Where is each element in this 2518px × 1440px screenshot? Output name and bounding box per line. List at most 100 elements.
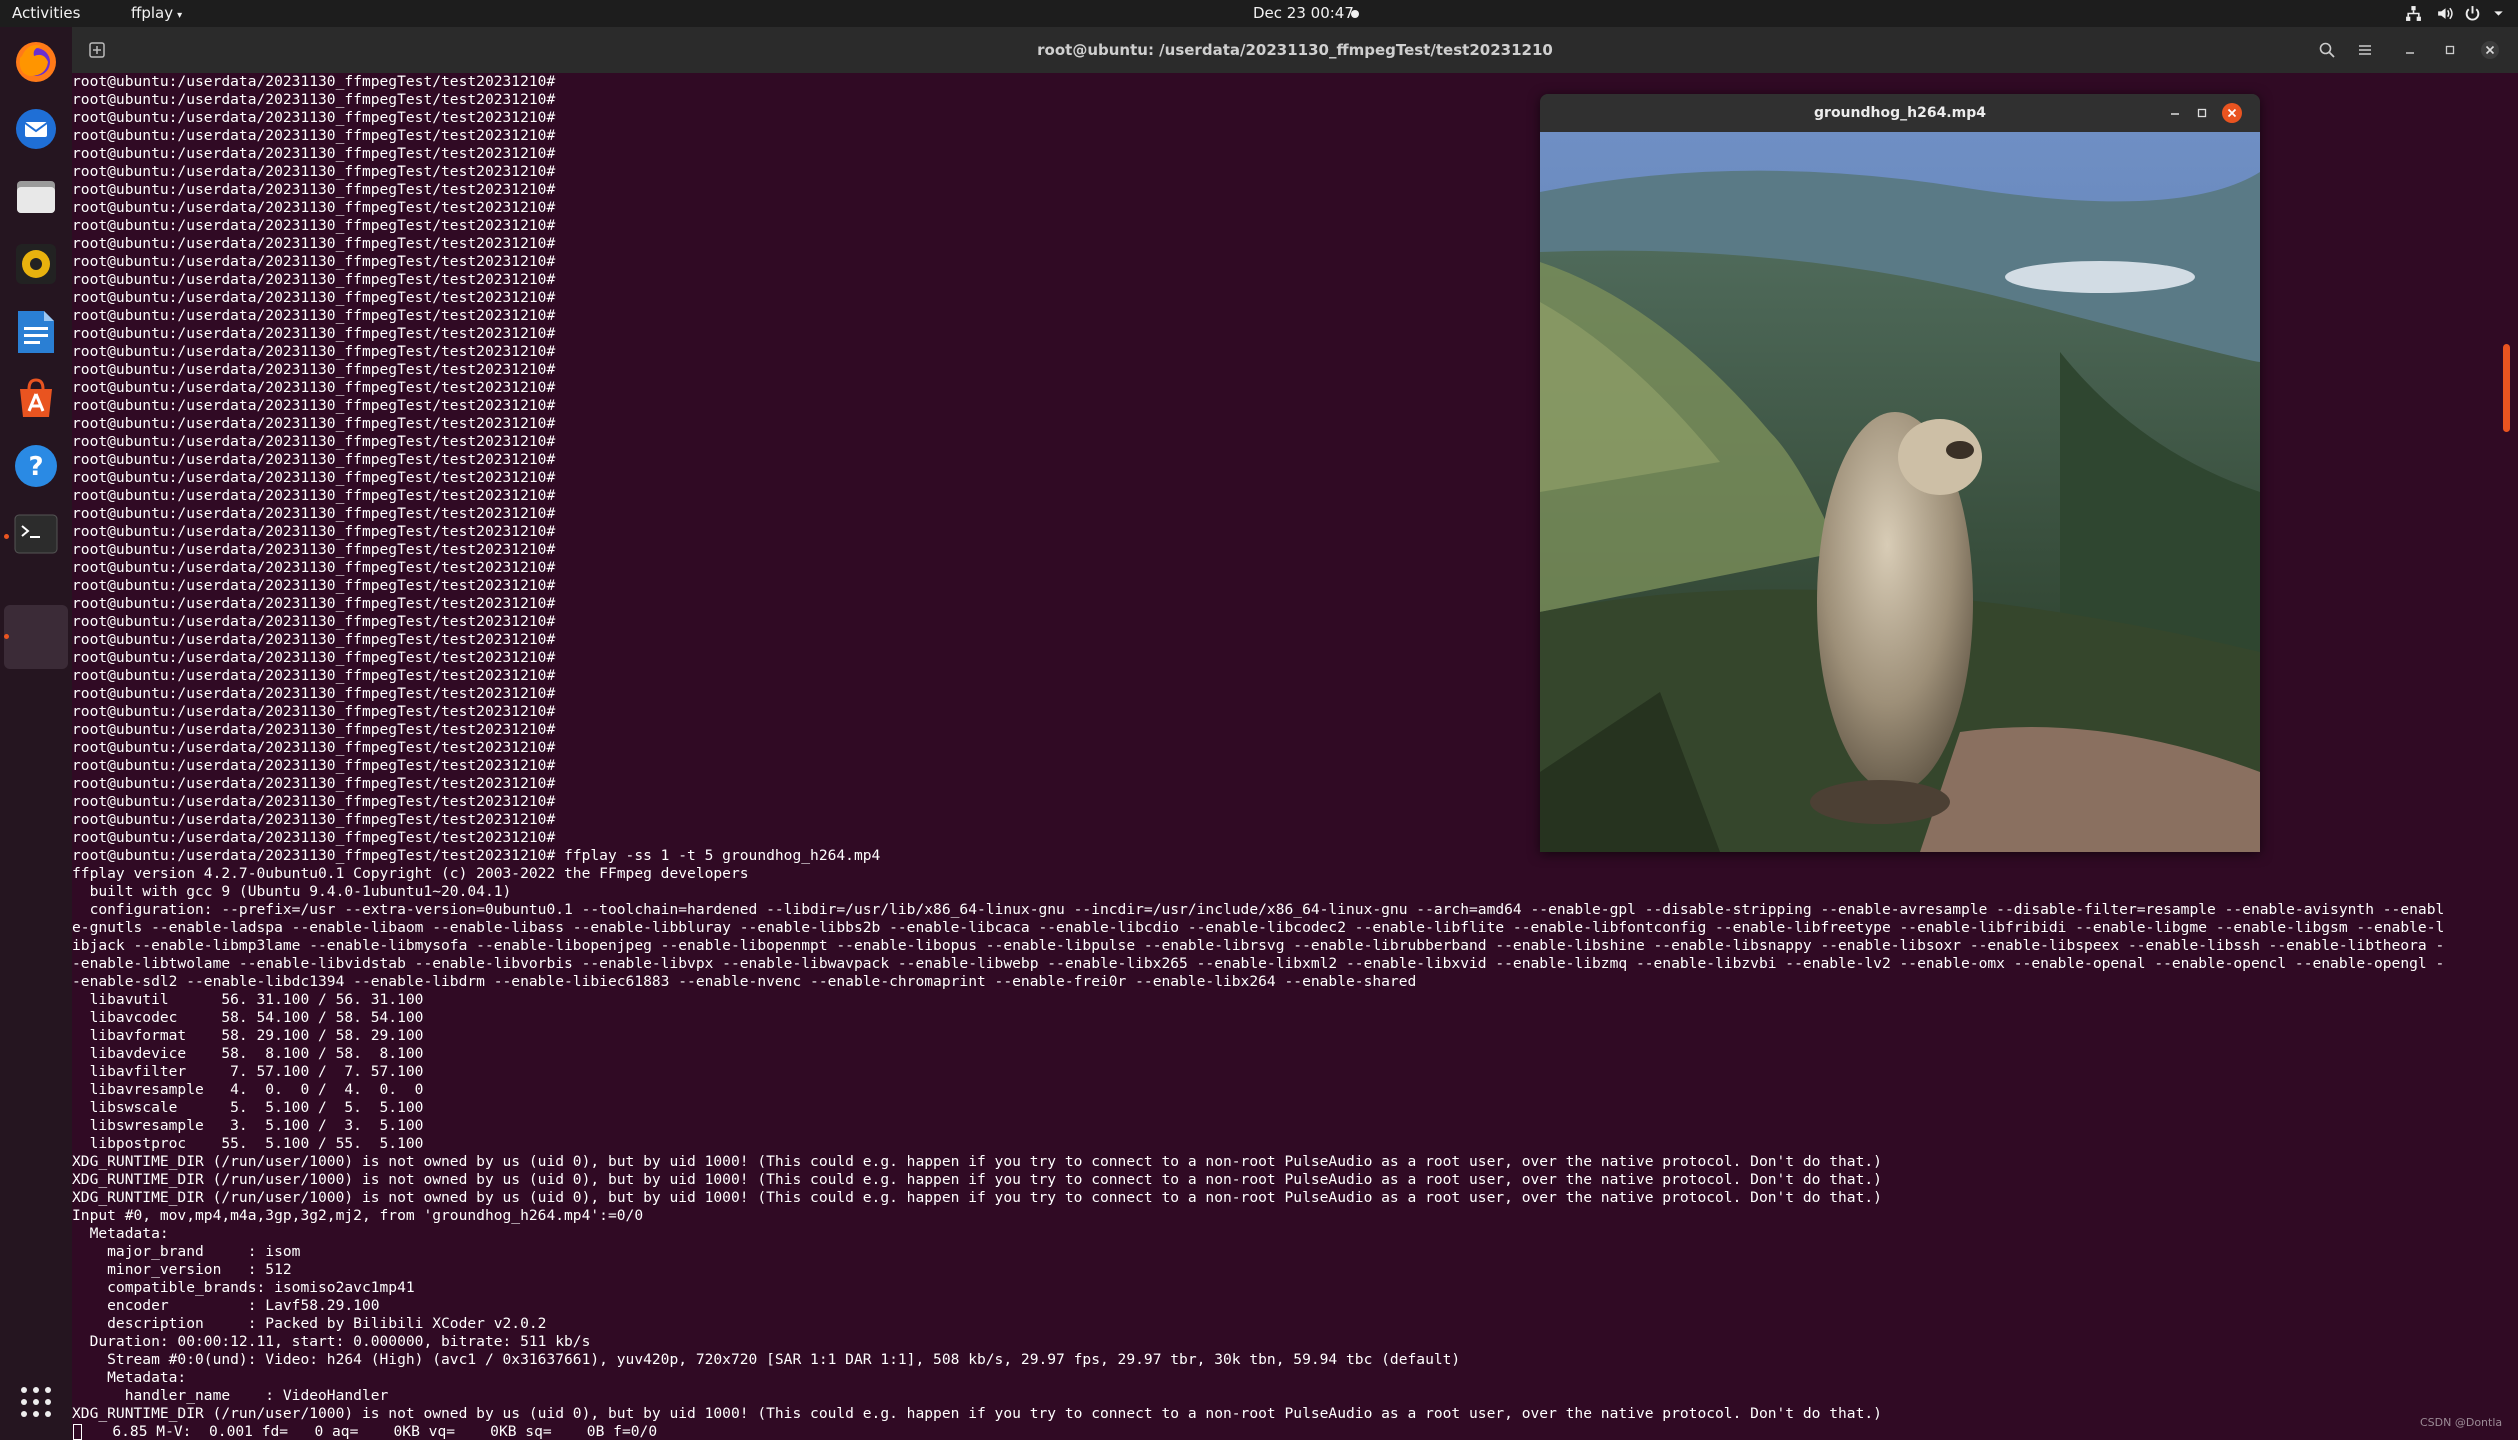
terminal-line: 6.85 M-V: 0.001 fd= 0 aq= 0KB vq= 0KB sq… [86,1423,658,1440]
terminal-line: root@ubuntu:/userdata/20231130_ffmpegTes… [72,649,556,666]
terminal-line: root@ubuntu:/userdata/20231130_ffmpegTes… [72,703,556,720]
terminal-line: compatible_brands: isomiso2avc1mp41 [72,1279,415,1296]
terminal-line: root@ubuntu:/userdata/20231130_ffmpegTes… [72,415,556,432]
minimize-button[interactable] [2396,35,2424,65]
terminal-header-bar: root@ubuntu: /userdata/20231130_ffmpegTe… [72,27,2518,74]
terminal-line: root@ubuntu:/userdata/20231130_ffmpegTes… [72,505,556,522]
terminal-title: root@ubuntu: /userdata/20231130_ffmpegTe… [1037,41,1553,59]
terminal-line: libpostproc 55. 5.100 / 55. 5.100 [72,1135,424,1152]
notification-dot-icon [1351,10,1359,18]
running-indicator [4,634,9,639]
terminal-line: libavfilter 7. 57.100 / 7. 57.100 [72,1063,424,1080]
terminal-line: Duration: 00:00:12.11, start: 0.000000, … [72,1333,591,1350]
terminal-line: encoder : Lavf58.29.100 [72,1297,380,1314]
terminal-line: ibjack --enable-libmp3lame --enable-libm… [72,937,2445,954]
terminal-line: root@ubuntu:/userdata/20231130_ffmpegTes… [72,307,556,324]
top-bar: Activities ffplay ▾ Dec 23 00:47 [0,0,2518,27]
minimize-icon [2406,52,2414,54]
terminal-line: root@ubuntu:/userdata/20231130_ffmpegTes… [72,217,556,234]
writer-icon[interactable] [11,307,61,357]
thunderbird-icon[interactable] [11,104,61,154]
search-button[interactable] [2310,35,2344,65]
maximize-icon[interactable] [2195,106,2209,120]
terminal-line: Metadata: [72,1225,169,1242]
terminal-line: root@ubuntu:/userdata/20231130_ffmpegTes… [72,91,556,108]
minimize-icon[interactable] [2168,106,2182,120]
terminal-line: root@ubuntu:/userdata/20231130_ffmpegTes… [72,775,556,792]
close-icon[interactable] [2221,102,2243,124]
terminal-line: root@ubuntu:/userdata/20231130_ffmpegTes… [72,253,556,270]
terminal-line: root@ubuntu:/userdata/20231130_ffmpegTes… [72,595,556,612]
rhythmbox-icon[interactable] [11,239,61,289]
software-icon[interactable] [11,374,61,424]
terminal-line: root@ubuntu:/userdata/20231130_ffmpegTes… [72,721,556,738]
show-apps-icon[interactable] [11,1377,61,1427]
network-icon[interactable] [2405,5,2422,22]
terminal-line: root@ubuntu:/userdata/20231130_ffmpegTes… [72,271,556,288]
terminal-line: root@ubuntu:/userdata/20231130_ffmpegTes… [72,577,556,594]
activities-button[interactable]: Activities [12,0,80,27]
volume-icon[interactable] [2436,5,2453,22]
video-frame[interactable] [1540,132,2260,852]
hamburger-icon [2359,45,2371,55]
terminal-line: handler_name : VideoHandler [72,1387,389,1404]
terminal-line: root@ubuntu:/userdata/20231130_ffmpegTes… [72,397,556,414]
terminal-line: e-gnutls --enable-ladspa --enable-libaom… [72,919,2445,936]
terminal-line: root@ubuntu:/userdata/20231130_ffmpegTes… [72,199,556,216]
menu-button[interactable] [2348,35,2382,65]
terminal-line: root@ubuntu:/userdata/20231130_ffmpegTes… [72,667,556,684]
terminal-line: root@ubuntu:/userdata/20231130_ffmpegTes… [72,487,556,504]
terminal-line: root@ubuntu:/userdata/20231130_ffmpegTes… [72,433,556,450]
terminal-line: root@ubuntu:/userdata/20231130_ffmpegTes… [72,739,556,756]
terminal-line: -enable-sdl2 --enable-libdc1394 --enable… [72,973,1417,990]
terminal-scrollbar[interactable] [2503,344,2510,432]
terminal-line: root@ubuntu:/userdata/20231130_ffmpegTes… [72,451,556,468]
terminal-line: libswscale 5. 5.100 / 5. 5.100 [72,1099,424,1116]
terminal-line: libswresample 3. 5.100 / 3. 5.100 [72,1117,424,1134]
dock: ? [0,27,72,1440]
terminal-line: Stream #0:0(und): Video: h264 (High) (av… [72,1351,1461,1368]
ffplay-title-bar[interactable]: groundhog_h264.mp4 [1540,94,2260,132]
terminal-line: XDG_RUNTIME_DIR (/run/user/1000) is not … [72,1153,1882,1170]
running-indicator [4,534,9,539]
terminal-line: root@ubuntu:/userdata/20231130_ffmpegTes… [72,631,556,648]
help-icon[interactable]: ? [11,441,61,491]
terminal-line: root@ubuntu:/userdata/20231130_ffmpegTes… [72,757,556,774]
ffplay-window[interactable]: groundhog_h264.mp4 [1540,94,2260,852]
firefox-icon[interactable] [11,37,61,87]
terminal-line: built with gcc 9 (Ubuntu 9.4.0-1ubuntu1~… [72,883,512,900]
ffplay-title: groundhog_h264.mp4 [1814,105,1986,121]
power-icon[interactable] [2464,5,2481,22]
clock[interactable]: Dec 23 00:47 [1253,0,1354,27]
terminal-line: root@ubuntu:/userdata/20231130_ffmpegTes… [72,613,556,630]
close-button[interactable] [2476,35,2504,65]
terminal-line: root@ubuntu:/userdata/20231130_ffmpegTes… [72,559,556,576]
terminal-line: root@ubuntu:/userdata/20231130_ffmpegTes… [72,829,556,846]
terminal-line: libavdevice 58. 8.100 / 58. 8.100 [72,1045,424,1062]
terminal-line: XDG_RUNTIME_DIR (/run/user/1000) is not … [72,1405,1882,1422]
terminal-line: root@ubuntu:/userdata/20231130_ffmpegTes… [72,325,556,342]
terminal-line: root@ubuntu:/userdata/20231130_ffmpegTes… [72,235,556,252]
terminal-line: description : Packed by Bilibili XCoder … [72,1315,547,1332]
watermark: CSDN @Dontla [2420,1416,2503,1429]
app-menu-label: ffplay [131,4,174,22]
terminal-line: root@ubuntu:/userdata/20231130_ffmpegTes… [72,847,881,864]
terminal-icon[interactable] [11,509,61,559]
terminal-line: root@ubuntu:/userdata/20231130_ffmpegTes… [72,145,556,162]
terminal-line: XDG_RUNTIME_DIR (/run/user/1000) is not … [72,1189,1882,1206]
terminal-line: root@ubuntu:/userdata/20231130_ffmpegTes… [72,163,556,180]
terminal-line: root@ubuntu:/userdata/20231130_ffmpegTes… [72,793,556,810]
chevron-down-icon[interactable] [2490,5,2507,22]
terminal-line: minor_version : 512 [72,1261,292,1278]
app-menu[interactable]: ffplay ▾ [131,0,182,29]
terminal-line: root@ubuntu:/userdata/20231130_ffmpegTes… [72,811,556,828]
dock-active-app-slot[interactable] [4,605,68,669]
terminal-line: root@ubuntu:/userdata/20231130_ffmpegTes… [72,469,556,486]
groundhog-video-image [1540,132,2260,852]
terminal-line: libavresample 4. 0. 0 / 4. 0. 0 [72,1081,424,1098]
maximize-button[interactable] [2436,35,2464,65]
terminal-line: root@ubuntu:/userdata/20231130_ffmpegTes… [72,343,556,360]
terminal-line: ffplay version 4.2.7-0ubuntu0.1 Copyrigh… [72,865,749,882]
files-icon[interactable] [11,172,61,222]
terminal-line: Metadata: [72,1369,187,1386]
